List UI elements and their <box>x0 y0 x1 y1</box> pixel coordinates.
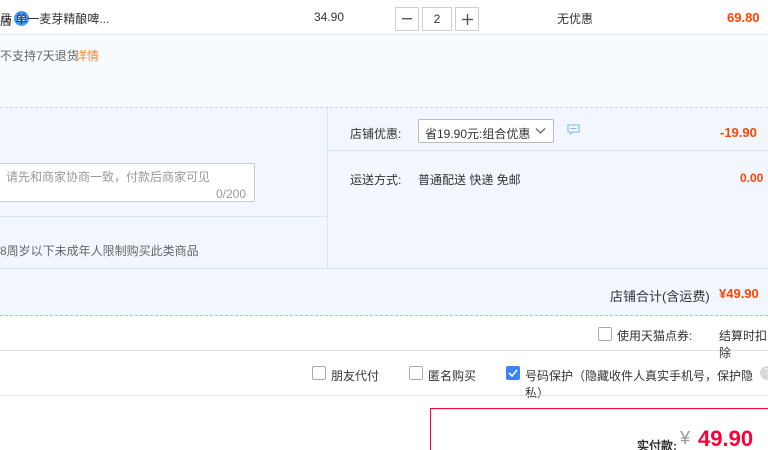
return-policy-note: 不支持7天退货 <box>0 49 79 63</box>
buyer-message-placeholder: 请先和商家协商一致，付款后商家可见 <box>6 170 211 184</box>
delivery-method-value: 普通配送 快递 免邮 <box>418 173 521 187</box>
age-restriction-note: 8周岁以下未成年人限制购买此类商品 <box>0 244 199 258</box>
chevron-down-icon[interactable] <box>535 124 546 138</box>
number-protection-checkbox[interactable] <box>506 366 520 380</box>
quantity-increase-button[interactable] <box>455 7 479 31</box>
tmall-points-checkbox[interactable] <box>598 327 612 341</box>
delivery-fee: 0.00 <box>740 171 764 185</box>
checkmark-icon <box>508 369 518 377</box>
quantity-decrease-button[interactable] <box>395 7 419 31</box>
friend-pay-label: 朋友代付 <box>331 369 380 383</box>
buyer-message-counter: 0/200 <box>216 187 247 201</box>
shop-header <box>0 0 768 34</box>
return-policy-detail-link[interactable]: 详情 <box>75 47 99 64</box>
quantity-input[interactable]: 2 <box>422 7 452 31</box>
item-unit-price: 34.90 <box>314 10 345 24</box>
store-total-label: 店铺合计(含运费) <box>610 289 710 304</box>
item-title[interactable]: 马 单一麦芽精酿啤... <box>0 10 109 27</box>
item-row <box>0 34 768 108</box>
panel-divider <box>327 108 328 268</box>
section-divider <box>0 395 768 396</box>
payment-amount: 49.90 <box>698 426 754 450</box>
anonymous-purchase-label: 匿名购买 <box>428 369 477 383</box>
store-total-amount: ¥49.90 <box>719 286 759 301</box>
anonymous-purchase-checkbox[interactable] <box>409 366 423 380</box>
comment-icon[interactable] <box>567 124 580 138</box>
payment-label: 实付款: <box>637 439 677 450</box>
payment-currency: ¥ <box>680 428 691 448</box>
panel-divider <box>328 150 768 151</box>
store-promo-label: 店铺优惠: <box>350 127 402 141</box>
store-promo-selected-value: 省19.90元:组合优惠 <box>425 127 531 141</box>
help-icon[interactable]: ? <box>760 366 768 380</box>
panel-divider <box>0 216 327 217</box>
friend-pay-checkbox[interactable] <box>312 366 326 380</box>
tmall-points-label: 使用天猫点券: <box>617 329 693 343</box>
item-discount: 无优惠 <box>557 12 594 26</box>
store-promo-amount: -19.90 <box>720 125 757 140</box>
quantity-stepper: 2 <box>395 7 481 33</box>
delivery-method-label: 运送方式: <box>350 173 402 187</box>
tmall-points-note: 结算时扣除 <box>719 329 768 360</box>
item-subtotal: 69.80 <box>727 10 760 25</box>
